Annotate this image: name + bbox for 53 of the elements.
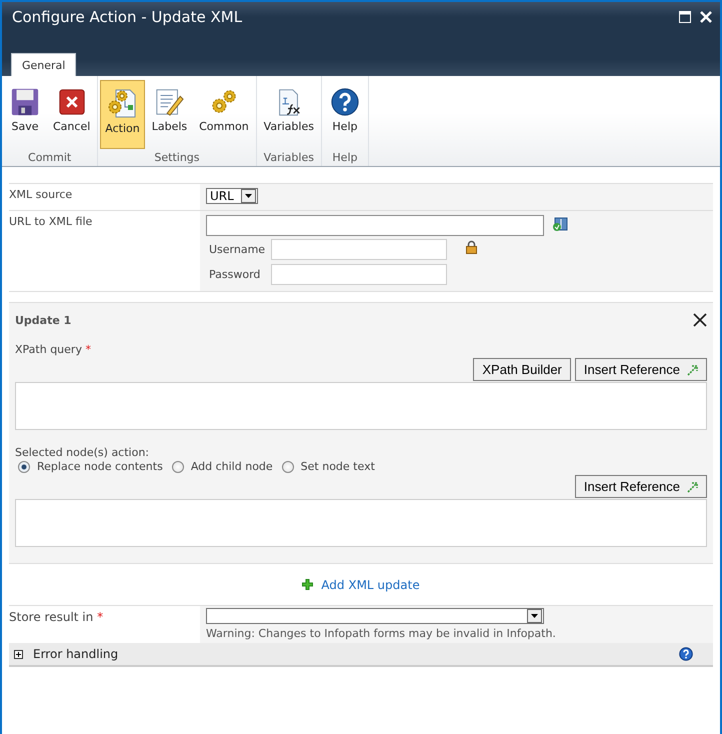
section-title[interactable]: Error handling [33,647,669,661]
field-label: Username [209,242,266,256]
help-icon [328,87,361,117]
field-label: XPath query [15,343,82,356]
url-field[interactable] [206,215,544,236]
username-field[interactable] [271,239,447,260]
radio-label[interactable]: Replace node contents [37,460,163,473]
group-label: Settings [153,151,201,166]
ribbon-button[interactable]: Cancel [48,80,96,138]
group-label: Variables [262,151,315,166]
maximize-icon[interactable] [679,11,691,23]
insert-reference-button[interactable]: Insert Reference [574,475,707,498]
ribbon-button[interactable]: Help [324,80,366,138]
radio-button[interactable] [282,460,294,472]
gears-document-icon [106,87,138,119]
add-link[interactable]: Add XML update [321,578,420,592]
radio-label[interactable]: Add child node [190,460,273,473]
field-label: URL to XML file [9,215,92,228]
source-dropdown[interactable]: URL [206,188,258,204]
xpath-builder-button[interactable]: XPath Builder [473,358,571,381]
arrow-icon [687,364,698,376]
field-label: Password [209,267,262,281]
radio-button[interactable] [172,460,184,472]
plus-icon [302,579,314,590]
value-field[interactable] [15,499,707,547]
ribbon-button[interactable]: Action [100,80,145,149]
password-field[interactable] [271,264,447,285]
close-icon[interactable] [693,313,707,327]
ribbon-button[interactable]: Common [194,80,254,138]
insert-reference-button[interactable]: Insert Reference [574,358,707,381]
required-mark: * [85,343,91,356]
padlock-icon [466,240,477,254]
radio-button[interactable] [18,460,30,472]
ribbon-button[interactable]: Variables [258,80,319,138]
required-mark: * [97,610,104,624]
window-title: Configure Action - Update XML [12,8,242,26]
xpath-field[interactable] [15,382,707,430]
field-label: Selected node(s) action: [15,446,150,459]
expand-icon[interactable] [14,650,23,658]
address-book-icon [552,217,568,231]
section-title: Update 1 [15,314,72,326]
warning-text: Warning: Changes to Infopath forms may be invalid in Infopath. [206,627,557,640]
group-label: Help [331,151,358,166]
ribbon-tab[interactable]: General [11,53,76,76]
field-label: Store result in [9,610,94,624]
radio-label[interactable]: Set node text [300,460,375,473]
arrow-icon [687,480,698,492]
field-label: XML source [9,188,72,201]
result-dropdown[interactable] [206,608,544,624]
ribbon-button[interactable]: Labels [146,80,192,138]
group-label: Commit [27,151,72,166]
ribbon-button[interactable]: Save [4,80,46,138]
help-icon[interactable] [679,647,693,661]
